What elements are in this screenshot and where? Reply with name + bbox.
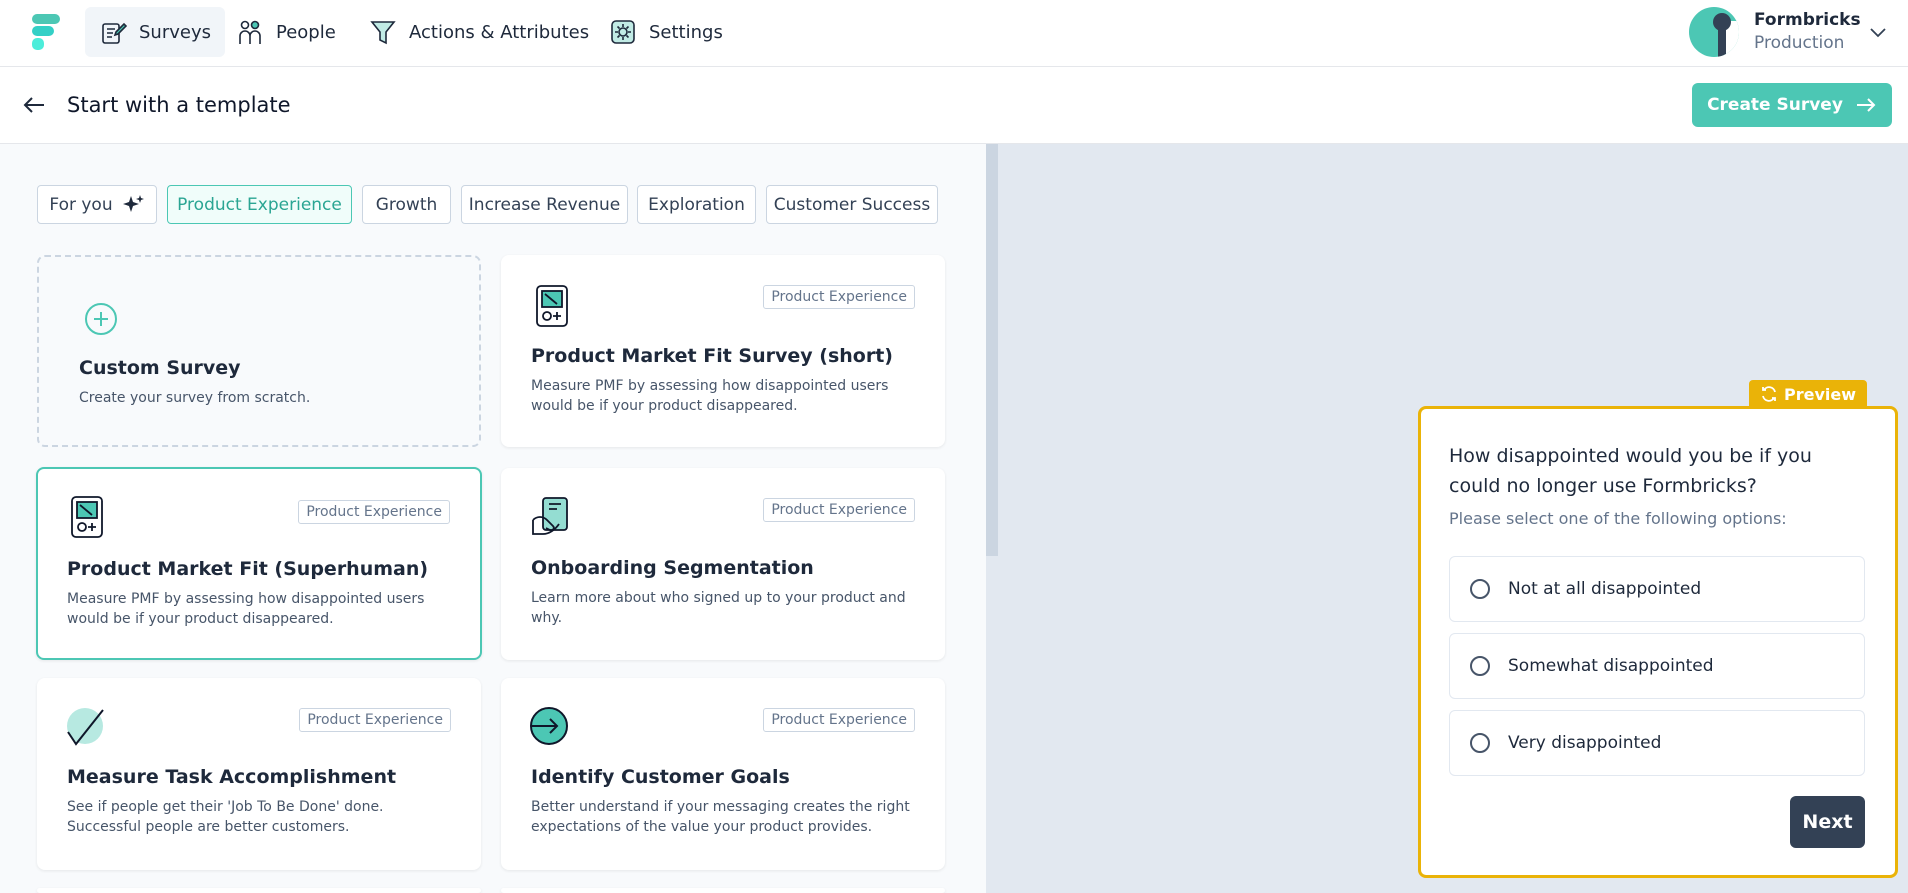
- choice-option[interactable]: Very disappointed: [1449, 710, 1865, 776]
- nav-settings-label: Settings: [649, 21, 723, 43]
- preview-badge[interactable]: Preview: [1749, 380, 1867, 408]
- nav-people[interactable]: People: [222, 7, 350, 57]
- question-headline: How disappointed would you be if you cou…: [1449, 445, 1812, 497]
- template-title: Product Market Fit Survey (short): [531, 345, 893, 367]
- category-badge: Product Experience: [299, 708, 451, 732]
- nav-settings[interactable]: Settings: [595, 7, 737, 57]
- tab-for-you-label: For you: [49, 194, 113, 215]
- template-card-customer-goals[interactable]: Product Experience Identify Customer Goa…: [501, 678, 945, 870]
- template-description: Create your survey from scratch.: [79, 390, 311, 406]
- template-card-task-accomplishment[interactable]: Product Experience Measure Task Accompli…: [37, 678, 481, 870]
- template-card-partial: [501, 888, 945, 893]
- tab-exploration[interactable]: Exploration: [637, 185, 756, 224]
- template-description: Measure PMF by assessing how disappointe…: [67, 591, 425, 627]
- tab-increase-revenue-label: Increase Revenue: [468, 194, 621, 215]
- preview-label: Preview: [1783, 384, 1856, 404]
- filter-icon: [370, 21, 396, 45]
- page-title: Start with a template: [67, 93, 291, 117]
- environment-profile-menu[interactable]: Formbricks Production: [1668, 0, 1908, 66]
- next-button[interactable]: Next: [1790, 796, 1865, 848]
- avatar: [1689, 7, 1739, 57]
- choice-label: Not at all disappointed: [1508, 579, 1702, 599]
- profile-name: Formbricks: [1754, 10, 1861, 30]
- sparkles-icon: [122, 194, 144, 212]
- nav-people-label: People: [276, 21, 336, 43]
- tab-for-you[interactable]: For you: [37, 185, 157, 224]
- survey-icon: [102, 22, 127, 44]
- nav-surveys[interactable]: Surveys: [85, 7, 225, 57]
- survey-preview-card: How disappointed would you be if you cou…: [1418, 406, 1898, 878]
- profile-environment: Production: [1754, 33, 1845, 53]
- choice-option[interactable]: Somewhat disappointed: [1449, 633, 1865, 699]
- radio-button[interactable]: [1470, 733, 1490, 753]
- category-badge: Product Experience: [298, 500, 450, 524]
- template-card-partial: [37, 888, 481, 893]
- tab-growth-label: Growth: [375, 194, 438, 215]
- formbricks-logo-icon[interactable]: [32, 14, 60, 50]
- template-description: Better understand if your messaging crea…: [531, 799, 910, 835]
- top-navigation: Surveys People Actions & Attributes Sett…: [0, 0, 1908, 67]
- chevron-down-icon: [1870, 28, 1886, 38]
- template-title: Measure Task Accomplishment: [67, 766, 397, 788]
- category-badge: Product Experience: [763, 498, 915, 522]
- radio-button[interactable]: [1470, 656, 1490, 676]
- nav-actions-attributes-label: Actions & Attributes: [409, 21, 590, 43]
- template-description: See if people get their 'Job To Be Done'…: [67, 799, 384, 835]
- choice-option[interactable]: Not at all disappointed: [1449, 556, 1865, 622]
- remote-device-icon: [536, 285, 568, 327]
- arrow-right-icon: [1856, 98, 1876, 112]
- create-survey-label: Create Survey: [1707, 95, 1843, 115]
- template-title: Identify Customer Goals: [531, 766, 790, 788]
- scrollbar-thumb[interactable]: [986, 144, 998, 556]
- plus-circle-icon: [85, 303, 117, 335]
- template-title: Onboarding Segmentation: [531, 557, 814, 579]
- template-description: Learn more about who signed up to your p…: [531, 590, 906, 626]
- category-badge: Product Experience: [763, 708, 915, 732]
- nav-actions-attributes[interactable]: Actions & Attributes: [355, 7, 603, 57]
- question-subheader: Please select one of the following optio…: [1449, 509, 1787, 528]
- category-badge: Product Experience: [763, 285, 915, 309]
- tab-increase-revenue[interactable]: Increase Revenue: [461, 185, 628, 224]
- handshake-card-icon: [532, 497, 568, 535]
- tab-product-experience-label: Product Experience: [177, 194, 342, 215]
- tab-exploration-label: Exploration: [648, 194, 745, 215]
- tab-product-experience[interactable]: Product Experience: [167, 185, 352, 224]
- template-card-pmf-short[interactable]: Product Experience Product Market Fit Su…: [501, 255, 945, 447]
- template-description: Measure PMF by assessing how disappointe…: [531, 378, 889, 414]
- template-title: Product Market Fit (Superhuman): [67, 558, 429, 580]
- people-icon: [239, 20, 261, 44]
- template-card-onboarding-segmentation[interactable]: Product Experience Onboarding Segmentati…: [501, 468, 945, 660]
- template-card-custom-survey[interactable]: Custom Survey Create your survey from sc…: [37, 255, 481, 447]
- template-card-pmf-superhuman[interactable]: Product Experience Product Market Fit (S…: [36, 467, 482, 660]
- choice-label: Somewhat disappointed: [1508, 656, 1714, 676]
- tab-customer-success[interactable]: Customer Success: [766, 185, 938, 224]
- radio-button[interactable]: [1470, 579, 1490, 599]
- back-arrow-icon[interactable]: [20, 91, 48, 119]
- refresh-icon: [1762, 386, 1776, 402]
- arrow-circle-right-icon: [530, 707, 568, 745]
- create-survey-button[interactable]: Create Survey: [1692, 83, 1892, 127]
- remote-device-icon: [71, 496, 103, 538]
- tab-customer-success-label: Customer Success: [773, 194, 931, 215]
- checkmark-icon: [67, 708, 104, 746]
- tab-growth[interactable]: Growth: [362, 185, 451, 224]
- page-header: Start with a template Create Survey: [0, 67, 1908, 144]
- gear-icon: [611, 20, 635, 44]
- choice-label: Very disappointed: [1508, 733, 1662, 753]
- template-title: Custom Survey: [79, 357, 241, 379]
- nav-surveys-label: Surveys: [139, 21, 211, 43]
